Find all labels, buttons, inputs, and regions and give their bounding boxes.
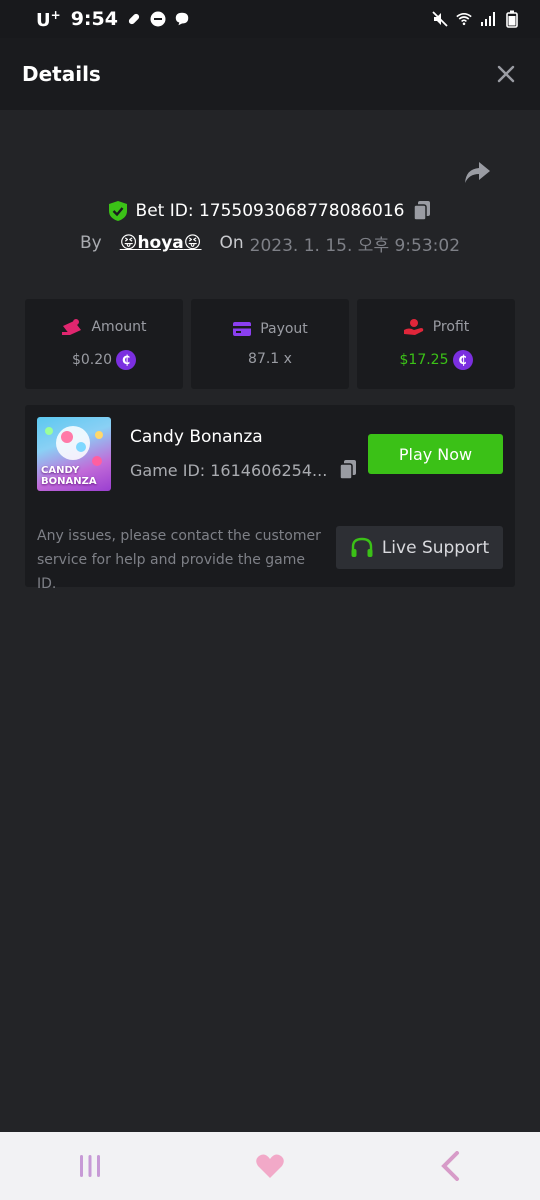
system-nav-bar <box>0 1132 540 1200</box>
signal-icon <box>480 11 496 27</box>
username: hoya <box>137 233 184 253</box>
back-button[interactable] <box>420 1141 480 1191</box>
recent-apps-button[interactable] <box>60 1141 120 1191</box>
by-label: By <box>79 233 102 253</box>
stat-payout-title: Payout <box>260 321 308 337</box>
wifi-icon <box>456 11 472 27</box>
on-label: On <box>219 233 244 253</box>
stat-amount-title: Amount <box>91 319 147 335</box>
stat-profit-value: $17.25 <box>399 352 449 368</box>
status-time: 9:54 <box>70 8 118 30</box>
tongue-emoji-icon: 😝 <box>119 233 138 253</box>
game-thumb-title: CANDY BONANZA <box>41 465 97 487</box>
bet-stats: Amount $0.20 ₵ Payout 87.1 x Profit $17.… <box>25 299 515 389</box>
live-support-button[interactable]: Live Support <box>336 526 503 569</box>
share-arrow-icon <box>465 162 490 183</box>
stat-profit-title: Profit <box>432 319 470 335</box>
coin-icon: ₵ <box>452 350 473 370</box>
amount-icon <box>62 319 82 335</box>
stat-profit: Profit $17.25 ₵ <box>357 299 515 389</box>
mute-icon <box>432 11 448 27</box>
headset-icon <box>351 537 373 557</box>
support-note: Any issues, please contact the customer … <box>37 528 321 592</box>
share-button[interactable] <box>462 160 492 188</box>
back-chevron-icon <box>441 1151 459 1181</box>
game-card: CANDY BONANZA Candy Bonanza Game ID: 1614… <box>25 405 515 592</box>
profit-hand-icon <box>403 319 423 335</box>
pill-icon <box>126 11 142 27</box>
bet-meta-row: By 😝hoya😝 On 2023. 1. 15. 오후 9:53:02 <box>0 229 540 257</box>
bet-id: Bet ID: 1755093068778086016 <box>135 201 405 221</box>
payout-card-icon <box>233 322 252 336</box>
game-name: Candy Bonanza <box>130 427 263 447</box>
stat-amount: Amount $0.20 ₵ <box>25 299 183 389</box>
details-header: Details <box>0 38 540 110</box>
username-link[interactable]: 😝hoya😝 <box>120 233 202 253</box>
heart-home-icon <box>256 1154 284 1178</box>
battery-icon <box>504 10 520 28</box>
close-icon <box>497 65 515 83</box>
live-support-label: Live Support <box>381 537 490 558</box>
close-button[interactable] <box>494 62 518 86</box>
carrier-label: U+ <box>36 7 61 31</box>
copy-bet-id-button[interactable] <box>412 200 432 222</box>
home-button[interactable] <box>240 1141 300 1191</box>
tongue-emoji-icon: 😝 <box>183 233 202 253</box>
page-title: Details <box>22 62 101 86</box>
status-bar: U+ 9:54 <box>0 0 540 38</box>
play-now-button[interactable]: Play Now <box>368 434 503 474</box>
lock-badge-icon <box>150 11 166 27</box>
copy-icon <box>339 460 356 480</box>
copy-game-id-button[interactable] <box>338 459 358 481</box>
bet-date: 2023. 1. 15. 오후 9:53:02 <box>249 235 461 256</box>
stat-payout-value: 87.1 x <box>248 351 292 367</box>
chat-icon <box>174 11 190 27</box>
game-id: Game ID: 1614606254... <box>130 460 328 480</box>
verified-shield-icon <box>108 201 127 221</box>
bet-id-row: Bet ID: 1755093068778086016 <box>0 196 540 226</box>
copy-icon <box>413 201 431 221</box>
stat-amount-value: $0.20 <box>71 352 113 368</box>
stat-payout: Payout 87.1 x <box>191 299 349 389</box>
coin-icon: ₵ <box>116 350 137 370</box>
recent-apps-icon <box>80 1155 100 1177</box>
game-thumbnail[interactable]: CANDY BONANZA <box>37 417 111 491</box>
